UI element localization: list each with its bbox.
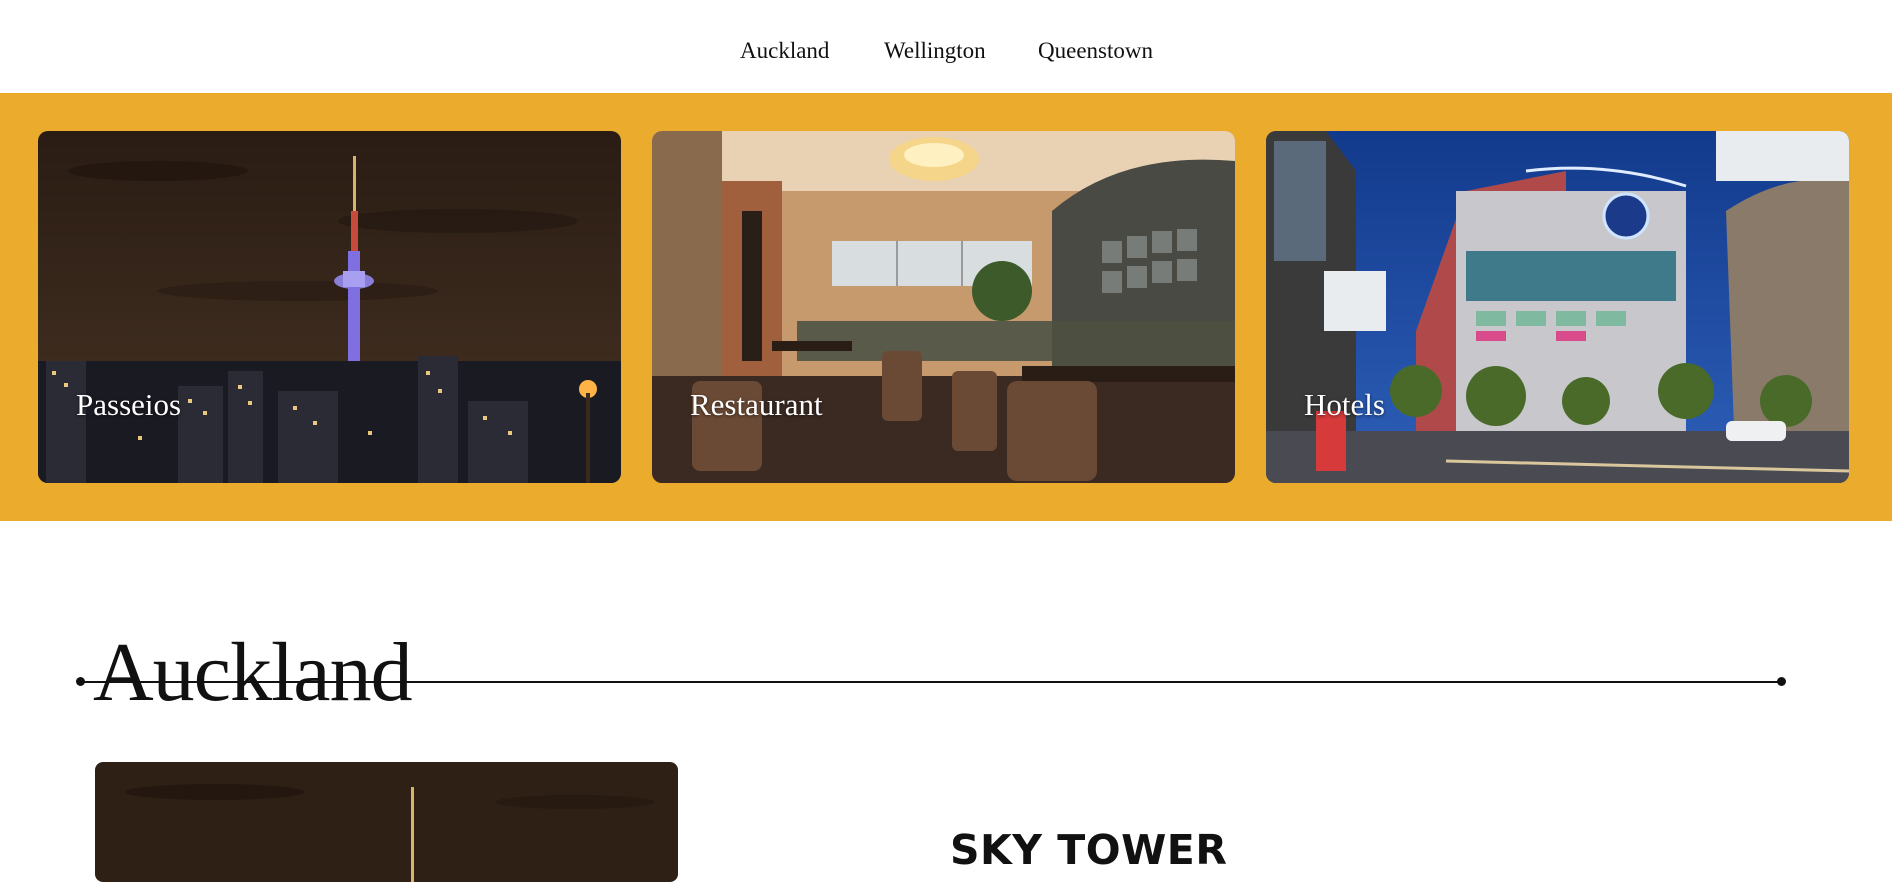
- section-divider: [80, 681, 1782, 683]
- auckland-skyline-image: [38, 131, 621, 483]
- skycity-hotel-image: [1266, 131, 1849, 483]
- card-passeios[interactable]: Passeios: [38, 131, 621, 483]
- top-navigation: Auckland Wellington Queenstown: [0, 0, 1892, 93]
- card-restaurant[interactable]: Restaurant: [652, 131, 1235, 483]
- feature-image: [95, 762, 678, 882]
- sky-tower-image: [95, 762, 678, 882]
- divider-dot-right: [1777, 677, 1786, 686]
- divider-dot-left: [76, 677, 85, 686]
- nav-link-auckland[interactable]: Auckland: [740, 38, 829, 64]
- restaurant-interior-image: [652, 131, 1235, 483]
- category-band: Passeios Restaurant Hotels: [0, 93, 1892, 521]
- nav-link-wellington[interactable]: Wellington: [884, 38, 986, 64]
- card-label-hotels: Hotels: [1304, 387, 1385, 422]
- nav-link-queenstown[interactable]: Queenstown: [1038, 38, 1153, 64]
- card-label-restaurant: Restaurant: [690, 387, 823, 422]
- feature-title: SKY TOWER: [950, 826, 1228, 875]
- card-label-passeios: Passeios: [76, 387, 182, 422]
- card-hotels[interactable]: Hotels: [1266, 131, 1849, 483]
- section-title: Auckland: [93, 626, 413, 720]
